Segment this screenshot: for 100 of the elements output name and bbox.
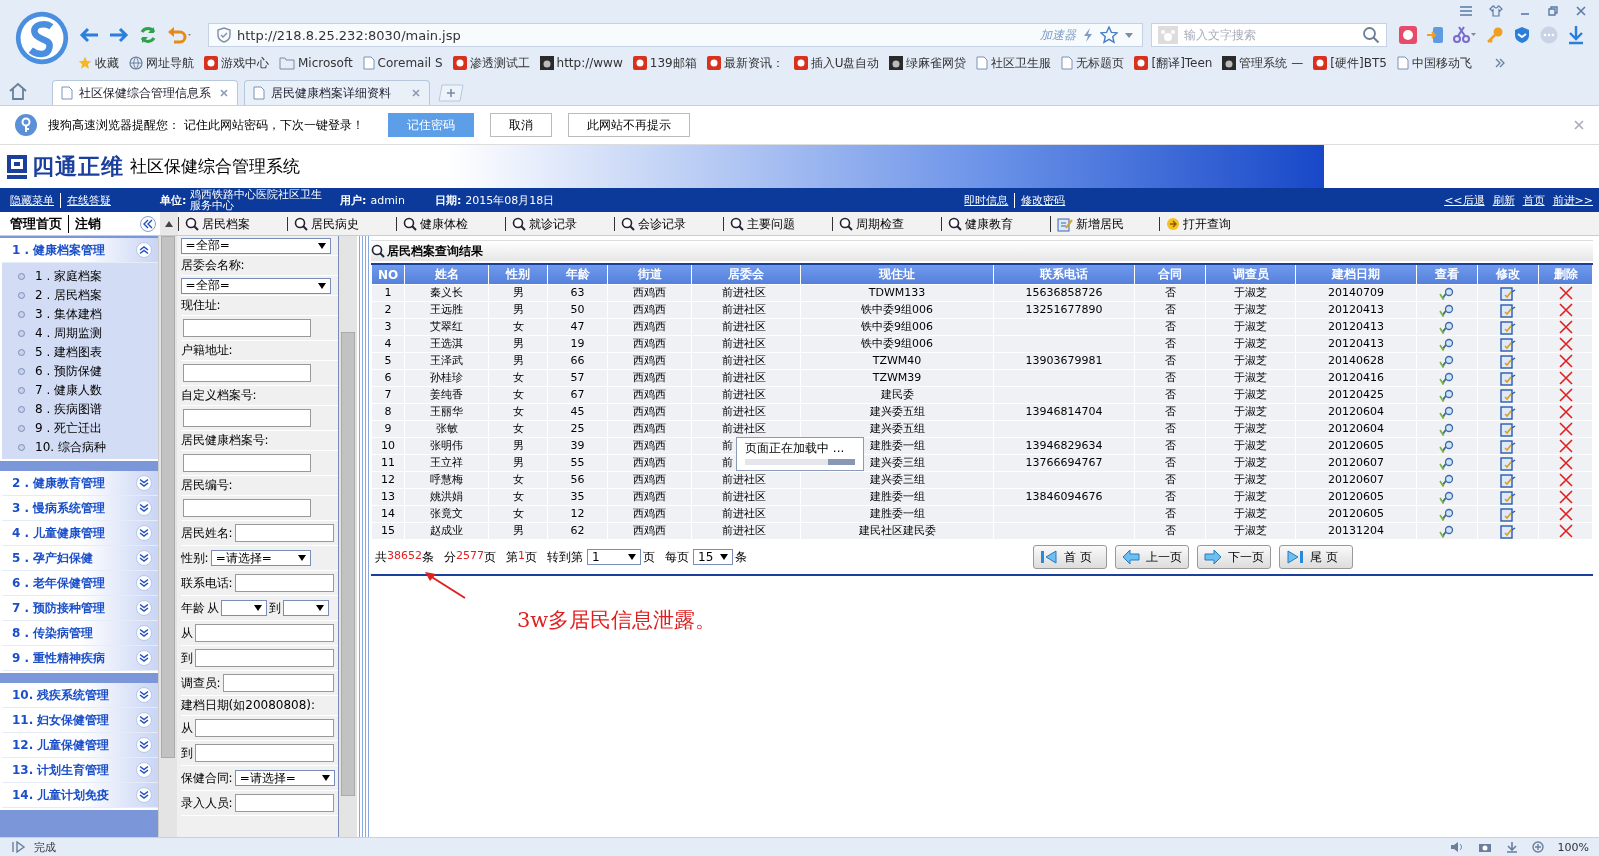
chevron-icon[interactable]	[135, 787, 152, 803]
bookmark[interactable]: 139邮箱	[632, 54, 697, 72]
delete-icon[interactable]	[1558, 456, 1573, 470]
bookmark[interactable]: 最新资讯：	[706, 54, 784, 72]
text-field[interactable]	[234, 524, 335, 542]
pager-button[interactable]: 首 页	[1033, 545, 1107, 569]
nav-link[interactable]: 修改密码	[1014, 192, 1072, 208]
shirt-icon[interactable]	[1489, 5, 1503, 17]
star-icon[interactable]	[1100, 26, 1118, 44]
text-field[interactable]	[222, 674, 335, 692]
chevron-icon[interactable]	[135, 550, 152, 566]
edit-icon[interactable]	[1500, 472, 1516, 488]
delete-icon[interactable]	[1558, 524, 1573, 538]
select-field[interactable]: =请选择=	[234, 770, 335, 786]
select-field[interactable]	[282, 600, 329, 616]
magnifier-icon[interactable]	[1439, 439, 1455, 453]
chevron-icon[interactable]	[135, 737, 152, 753]
per-page-select[interactable]: 15	[693, 549, 733, 565]
page-select[interactable]: 1	[587, 549, 641, 565]
menu-group[interactable]: 3 . 慢病系统管理	[2, 496, 158, 521]
chevron-icon[interactable]	[135, 687, 152, 703]
toolbar-button[interactable]: 居民档案	[178, 216, 287, 231]
bookmark[interactable]: 社区卫生服	[976, 54, 1052, 72]
edit-icon[interactable]	[1500, 353, 1516, 369]
menu-group[interactable]: 10. 残疾系统管理	[2, 683, 158, 708]
delete-icon[interactable]	[1558, 286, 1573, 300]
menu-item[interactable]: 7 . 健康人数	[35, 382, 103, 399]
menu-item[interactable]: 4 . 周期监测	[35, 325, 103, 342]
pager-button[interactable]: 上一页	[1115, 545, 1189, 569]
toolbar-button[interactable]: 就诊记录	[505, 216, 614, 231]
bookmark[interactable]: 管理系统 —	[1222, 54, 1304, 72]
shield-icon[interactable]	[1513, 26, 1531, 44]
chevron-icon[interactable]	[135, 600, 152, 616]
close-icon[interactable]	[219, 88, 229, 98]
magnifier-icon[interactable]	[1439, 405, 1455, 419]
chevron-icon[interactable]	[135, 475, 152, 491]
menu-group[interactable]: 8 . 传染病管理	[2, 621, 158, 646]
magnifier-icon[interactable]	[1439, 371, 1455, 385]
collapse-icon[interactable]	[140, 215, 156, 232]
chevron-icon[interactable]	[135, 712, 152, 728]
bookmark[interactable]: 中国移动飞	[1396, 54, 1472, 72]
delete-icon[interactable]	[1558, 303, 1573, 317]
menu-group[interactable]: 7 . 预防接种管理	[2, 596, 158, 621]
magnifier-icon[interactable]	[1439, 524, 1455, 538]
delete-icon[interactable]	[1558, 320, 1573, 334]
edit-icon[interactable]	[1500, 285, 1516, 301]
text-field[interactable]	[182, 319, 311, 337]
zoom-icon[interactable]	[1531, 841, 1544, 853]
sidebar-link[interactable]: 管理首页	[10, 214, 68, 233]
address-bar[interactable]: http://218.8.25.232:8030/main.jsp 加速器	[208, 23, 1143, 47]
back-arrow-icon[interactable]	[78, 26, 100, 44]
chevron-icon[interactable]	[135, 575, 152, 591]
delete-icon[interactable]	[1558, 388, 1573, 402]
nav-link[interactable]: 在线答疑	[60, 192, 117, 208]
scrollbar[interactable]	[339, 236, 358, 837]
scissors-icon[interactable]	[1453, 26, 1477, 44]
menu-item[interactable]: 2 . 居民档案	[35, 287, 103, 304]
scroll-up-icon[interactable]	[165, 220, 173, 227]
restore-icon[interactable]	[1547, 5, 1559, 17]
text-field[interactable]	[234, 574, 335, 592]
menu-item[interactable]: 10. 综合病种	[35, 439, 106, 456]
magnifier-icon[interactable]	[1439, 320, 1455, 334]
browser-logo[interactable]	[14, 10, 70, 66]
menu-item[interactable]: 9 . 死亡迁出	[35, 420, 103, 437]
chevron-icon[interactable]	[135, 525, 152, 541]
magnifier-icon[interactable]	[1439, 490, 1455, 504]
text-field[interactable]	[194, 624, 335, 642]
menu-group[interactable]: 1 . 健康档案管理	[2, 238, 158, 263]
bookmark[interactable]: [硬件]BT5	[1313, 54, 1387, 72]
menu-item[interactable]: 8 . 疾病图谱	[35, 401, 103, 418]
close-icon[interactable]	[1573, 119, 1585, 131]
sidebar-toggle-icon[interactable]	[10, 841, 26, 853]
bookmark[interactable]: 收藏	[78, 54, 119, 72]
chevron-icon[interactable]	[135, 762, 152, 778]
bookmark[interactable]: 游戏中心	[204, 54, 269, 72]
splitter-bar[interactable]	[357, 236, 369, 837]
notice-button[interactable]: 取消	[489, 113, 552, 137]
sidebar-link[interactable]: 注销	[68, 214, 107, 233]
browser-tab[interactable]: 居民健康档案详细资料	[244, 80, 430, 105]
edit-icon[interactable]	[1500, 319, 1516, 335]
magnifier-icon[interactable]	[1439, 422, 1455, 436]
bookmark[interactable]: 渗透测试工	[452, 54, 530, 72]
chevron-icon[interactable]	[135, 650, 152, 666]
close-icon[interactable]	[1575, 5, 1587, 17]
menu-group[interactable]: 11. 妇女保健管理	[2, 708, 158, 733]
delete-icon[interactable]	[1558, 439, 1573, 453]
nav-link[interactable]: 隐藏菜单	[10, 192, 60, 208]
pager-button[interactable]: 下一页	[1197, 545, 1271, 569]
bookmark[interactable]: 绿麻雀网贷	[889, 54, 967, 72]
toolbar-button[interactable]: 主要问题	[723, 216, 832, 231]
text-field[interactable]	[182, 409, 311, 427]
lightning-icon[interactable]	[1082, 27, 1094, 43]
nav-link[interactable]: 即时信息	[964, 192, 1015, 208]
select-field[interactable]: =全部=	[180, 237, 331, 254]
menu-group[interactable]: 4 . 儿童健康管理	[2, 521, 158, 546]
delete-icon[interactable]	[1558, 490, 1573, 504]
chevron-icon[interactable]	[135, 625, 152, 641]
delete-icon[interactable]	[1558, 507, 1573, 521]
edit-icon[interactable]	[1500, 421, 1516, 437]
undo-icon[interactable]	[166, 26, 194, 44]
